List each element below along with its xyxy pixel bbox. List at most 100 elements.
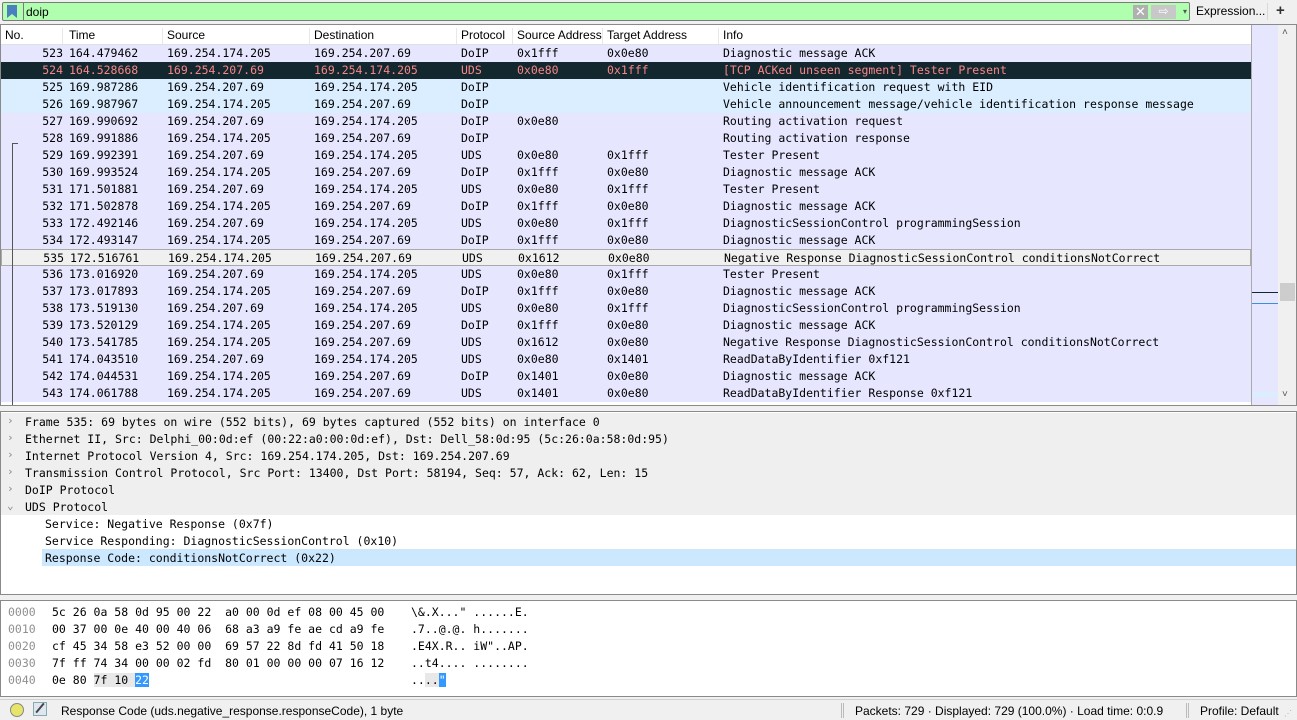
column-header-protocol[interactable]: Protocol <box>457 28 513 44</box>
packet-row[interactable]: 532 171.502878 169.254.174.205 169.254.207.… <box>1 198 1251 215</box>
apply-filter-button[interactable]: ⇨ <box>1151 5 1176 19</box>
details-tree-item[interactable]: ⌄ UDS Protocol <box>1 498 1296 515</box>
details-tree-item[interactable]: › Ethernet II, Src: Delphi_00:0d:ef (00:2… <box>1 430 1296 447</box>
packet-cell-src: 169.254.207.69 <box>167 267 264 281</box>
display-filter-input[interactable] <box>23 3 1123 20</box>
packet-row[interactable]: 537 173.017893 169.254.174.205 169.254.207.… <box>1 283 1251 300</box>
packet-row[interactable]: 530 169.993524 169.254.174.205 169.254.207.… <box>1 164 1251 181</box>
packet-cell-info: Vehicle identification request with EID <box>723 80 994 94</box>
resize-grip-icon[interactable]: ⋰ <box>1284 709 1292 718</box>
column-header-target-address[interactable]: Target Address <box>603 28 719 44</box>
column-header-time[interactable]: Time <box>65 28 163 44</box>
packet-row[interactable]: 540 173.541785 169.254.174.205 169.254.207.… <box>1 334 1251 351</box>
packet-cell-time: 169.987286 <box>69 80 139 94</box>
packet-row[interactable]: 528 169.991886 169.254.174.205 169.254.207.… <box>1 130 1251 147</box>
packet-cell-no: 536 <box>42 267 63 281</box>
clear-filter-button[interactable]: ✕ <box>1133 5 1148 19</box>
packet-cell-dst: 169.254.207.69 <box>314 131 411 145</box>
packet-row[interactable]: 525 169.987286 169.254.207.69 169.254.174.2… <box>1 79 1251 96</box>
packet-row[interactable]: 541 174.043510 169.254.207.69 169.254.174.2… <box>1 351 1251 368</box>
details-tree-item[interactable]: › Frame 535: 69 bytes on wire (552 bits),… <box>1 413 1296 430</box>
packet-cell-time: 172.516761 <box>70 251 140 265</box>
column-header-no[interactable]: No. <box>1 28 63 44</box>
hex-bytes[interactable]: 5c 26 0a 58 0d 95 00 22 a0 00 0d ef 08 0… <box>52 605 384 619</box>
profile-switcher[interactable]: Profile: Default <box>1200 704 1279 718</box>
expand-arrow-icon[interactable]: › <box>7 482 14 495</box>
packet-cell-src: 169.254.174.205 <box>167 46 271 60</box>
packet-row[interactable]: 542 174.044531 169.254.174.205 169.254.207.… <box>1 368 1251 385</box>
packet-row[interactable]: 529 169.992391 169.254.207.69 169.254.174.2… <box>1 147 1251 164</box>
ascii-bytes[interactable]: .E4X.R.. iW"..AP. <box>411 639 529 653</box>
display-filter-field[interactable]: ✕ ⇨ ▾ <box>2 2 1190 21</box>
packet-minimap[interactable] <box>1251 25 1279 405</box>
packet-cell-info: Negative Response DiagnosticSessionContr… <box>723 335 1160 349</box>
expression-button[interactable]: Expression... <box>1196 4 1265 18</box>
toolbar-separator <box>1267 3 1268 20</box>
packet-row[interactable]: 523 164.479462 169.254.174.205 169.254.207.… <box>1 45 1251 62</box>
details-tree-item[interactable]: › Transmission Control Protocol, Src Port… <box>1 464 1296 481</box>
scroll-down-icon[interactable]: ˅ <box>1282 389 1288 400</box>
packet-row[interactable]: 533 172.492146 169.254.207.69 169.254.174.2… <box>1 215 1251 232</box>
packet-cell-dst: 169.254.174.205 <box>314 352 418 366</box>
packet-row[interactable]: 526 169.987967 169.254.174.205 169.254.207.… <box>1 96 1251 113</box>
expand-arrow-icon[interactable]: › <box>7 414 14 427</box>
packet-cell-info: Tester Present <box>723 267 820 281</box>
packet-row[interactable]: 543 174.061788 169.254.174.205 169.254.207.… <box>1 385 1251 402</box>
expert-info-icon[interactable] <box>10 703 24 717</box>
hex-bytes[interactable]: 7f ff 74 34 00 00 02 fd 80 01 00 00 00 0… <box>52 656 384 670</box>
packet-row[interactable]: 531 171.501881 169.254.207.69 169.254.174.2… <box>1 181 1251 198</box>
ascii-selected-byte[interactable]: " <box>438 673 446 687</box>
packet-row[interactable]: 539 173.520129 169.254.174.205 169.254.207.… <box>1 317 1251 334</box>
hex-bytes[interactable]: cf 45 34 58 e3 52 00 00 69 57 22 8d fd 4… <box>52 639 384 653</box>
packet-cell-no: 523 <box>42 46 63 60</box>
hex-bytes[interactable]: 0e 80 7f 10 22 <box>52 673 149 687</box>
packet-cell-dst: 169.254.207.69 <box>315 251 412 265</box>
details-tree-item[interactable]: › Internet Protocol Version 4, Src: 169.2… <box>1 447 1296 464</box>
column-header-info[interactable]: Info <box>719 28 1249 44</box>
packet-cell-info: Vehicle announcement message/vehicle ide… <box>723 97 1194 111</box>
details-item-label: Service: Negative Response (0x7f) <box>45 517 274 531</box>
column-header-source[interactable]: Source <box>163 28 310 44</box>
column-header-destination[interactable]: Destination <box>310 28 457 44</box>
hex-selected-byte[interactable]: 22 <box>135 673 149 687</box>
ascii-bytes[interactable]: .7..@.@. h....... <box>411 622 529 636</box>
packet-cell-dst: 169.254.207.69 <box>314 386 411 400</box>
details-tree-item[interactable]: Response Code: conditionsNotCorrect (0x2… <box>42 549 1296 566</box>
packet-cell-dst: 169.254.174.205 <box>314 80 418 94</box>
packet-row[interactable]: 535 172.516761 169.254.174.205 169.254.207.… <box>1 249 1251 266</box>
packet-cell-time: 164.528668 <box>69 63 139 77</box>
packet-cell-info: ReadDataByIdentifier Response 0xf121 <box>723 386 973 400</box>
packet-cell-info: Diagnostic message ACK <box>723 165 876 179</box>
packet-row[interactable]: 527 169.990692 169.254.207.69 169.254.174.2… <box>1 113 1251 130</box>
capture-comment-icon[interactable] <box>33 702 47 716</box>
packet-list-scrollbar[interactable]: ˄ ˅ <box>1278 25 1296 405</box>
scroll-up-icon[interactable]: ˄ <box>1282 27 1288 38</box>
ascii-bytes[interactable]: ...." <box>411 673 446 687</box>
packet-row[interactable]: 534 172.493147 169.254.174.205 169.254.207.… <box>1 232 1251 249</box>
expand-arrow-icon[interactable]: › <box>7 431 14 444</box>
bookmark-icon[interactable] <box>6 5 18 18</box>
packet-row[interactable]: 536 173.016920 169.254.207.69 169.254.174.2… <box>1 266 1251 283</box>
details-tree-item[interactable]: Service: Negative Response (0x7f) <box>1 515 1296 532</box>
details-item-label: Frame 535: 69 bytes on wire (552 bits), … <box>25 415 600 429</box>
details-item-label: Response Code: conditionsNotCorrect (0x2… <box>45 551 336 565</box>
filter-history-dropdown[interactable]: ▾ <box>1180 4 1190 19</box>
ascii-bytes[interactable]: ..t4.... ........ <box>411 656 529 670</box>
expand-arrow-icon[interactable]: › <box>7 465 14 478</box>
add-filter-button[interactable]: + <box>1276 2 1285 19</box>
packet-row[interactable]: 538 173.519130 169.254.207.69 169.254.174.2… <box>1 300 1251 317</box>
packet-cell-saddr: 0x1401 <box>517 386 559 400</box>
packet-cell-dst: 169.254.174.205 <box>314 216 418 230</box>
expand-arrow-icon[interactable]: › <box>7 448 14 461</box>
packet-cell-time: 173.016920 <box>69 267 139 281</box>
scrollbar-thumb[interactable] <box>1280 283 1295 301</box>
collapse-arrow-icon[interactable]: ⌄ <box>7 499 14 512</box>
details-tree-item[interactable]: › DoIP Protocol <box>1 481 1296 498</box>
hex-bytes[interactable]: 00 37 00 0e 40 00 40 06 68 a3 a9 fe ae c… <box>52 622 384 636</box>
packet-cell-time: 172.492146 <box>69 216 139 230</box>
details-tree-item[interactable]: Service Responding: DiagnosticSessionCon… <box>1 532 1296 549</box>
packet-row[interactable]: 524 164.528668 169.254.207.69 169.254.174.2… <box>1 62 1251 79</box>
ascii-bytes[interactable]: \&.X..." ......E. <box>411 605 529 619</box>
packet-cell-proto: DoIP <box>461 97 489 111</box>
column-header-source-address[interactable]: Source Address <box>513 28 603 44</box>
